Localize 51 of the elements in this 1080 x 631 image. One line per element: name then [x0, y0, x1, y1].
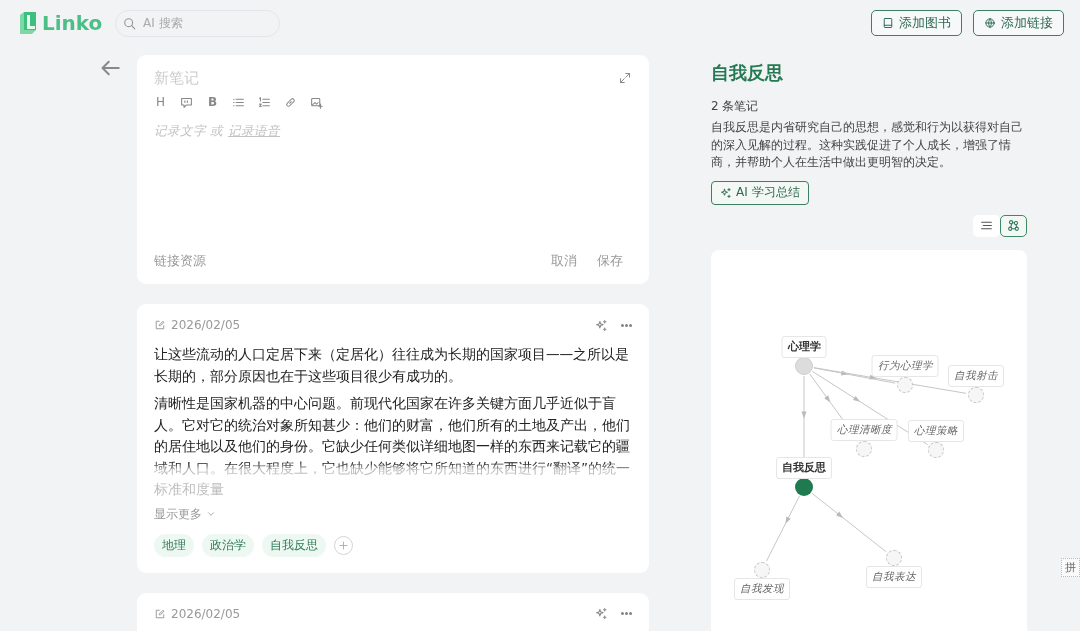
- tag-chip[interactable]: 地理: [154, 533, 194, 557]
- graph-edge: [766, 494, 800, 562]
- logo-icon: [18, 11, 38, 35]
- note-date: 2026/02/05: [171, 606, 241, 621]
- topic-description: 自我反思是内省研究自己的思想，感觉和行为以获得对自己的深入见解的过程。这种实践促进了个人成长，增强了情商，并帮助个人在生活中做出更明智的决定。: [711, 119, 1024, 171]
- expand-icon[interactable]: [619, 72, 631, 84]
- book-icon: [882, 17, 894, 29]
- bold-button[interactable]: B: [206, 95, 219, 109]
- edit-icon: [154, 607, 166, 620]
- numbered-list-icon[interactable]: [258, 95, 271, 109]
- tag-chip[interactable]: 政治学: [202, 533, 254, 557]
- search-icon: [123, 16, 137, 31]
- graph-node[interactable]: [754, 561, 770, 578]
- list-view-tab[interactable]: [973, 214, 1000, 237]
- list-icon: [980, 219, 993, 232]
- graph-node-label[interactable]: 自我射击: [948, 364, 1004, 387]
- globe-icon: [984, 17, 996, 29]
- graph-icon: [1007, 219, 1020, 232]
- back-icon[interactable]: [100, 58, 120, 78]
- note-count: 2 条笔记: [711, 98, 760, 115]
- quote-icon[interactable]: [180, 95, 193, 109]
- sparkle-icon[interactable]: [595, 607, 608, 620]
- note-paragraph: 让这些流动的人口定居下来（定居化）往往成为长期的国家项目——之所以是长期的，部分原因也在于这些项目很少有成功的。: [154, 345, 631, 386]
- note-paragraph: 清晰性是国家机器的中心问题。前现代化国家在许多关键方面几乎近似于盲人。它对它的统治对象所知甚少：他们的财富，他们所有的土地及产出，他们的居住地以及他们的身份。它缺少任何类似详细地图一样的东西来记载它的疆域和人口。在很大程度上，它也缺少能够将它所知道的东西进行“翻译”的统一标准和度量: [154, 394, 632, 499]
- link-icon[interactable]: [284, 95, 297, 109]
- tag-chip[interactable]: 自我反思: [262, 533, 326, 557]
- note-date: 2026/02/05: [171, 318, 241, 332]
- sparkle-icon: [720, 186, 732, 199]
- placeholder-text: 记录文字 或: [154, 123, 223, 140]
- graph-node-label[interactable]: 自我反思: [776, 456, 832, 479]
- edit-icon: [154, 319, 166, 331]
- heading-button[interactable]: H: [154, 95, 167, 109]
- sparkle-icon[interactable]: [595, 318, 608, 332]
- graph-node-label[interactable]: 行为心理学: [871, 354, 939, 377]
- add-image-icon[interactable]: [310, 95, 323, 109]
- topic-title: 自我反思: [711, 61, 784, 85]
- graph-node-label[interactable]: 心理清晰度: [830, 418, 898, 441]
- graph-node-label[interactable]: 心理学: [781, 335, 827, 358]
- input-method-indicator: 拼: [1061, 558, 1080, 577]
- ai-summary-button[interactable]: AI 学习总结: [711, 180, 809, 205]
- plus-icon: [338, 539, 349, 551]
- search-field[interactable]: AI 搜索: [115, 9, 280, 37]
- add-book-button[interactable]: 添加图书: [871, 10, 962, 36]
- add-tag-button[interactable]: [334, 535, 353, 555]
- graph-node-label[interactable]: 自我表达: [866, 565, 922, 588]
- graph-node[interactable]: [886, 549, 902, 566]
- graph-view-tab[interactable]: [1000, 214, 1027, 237]
- graph-node-label[interactable]: 心理策略: [908, 419, 964, 442]
- graph-node-label[interactable]: 自我发现: [734, 577, 790, 600]
- chevron-icon: [206, 509, 216, 519]
- add-link-button[interactable]: 添加链接: [973, 10, 1064, 36]
